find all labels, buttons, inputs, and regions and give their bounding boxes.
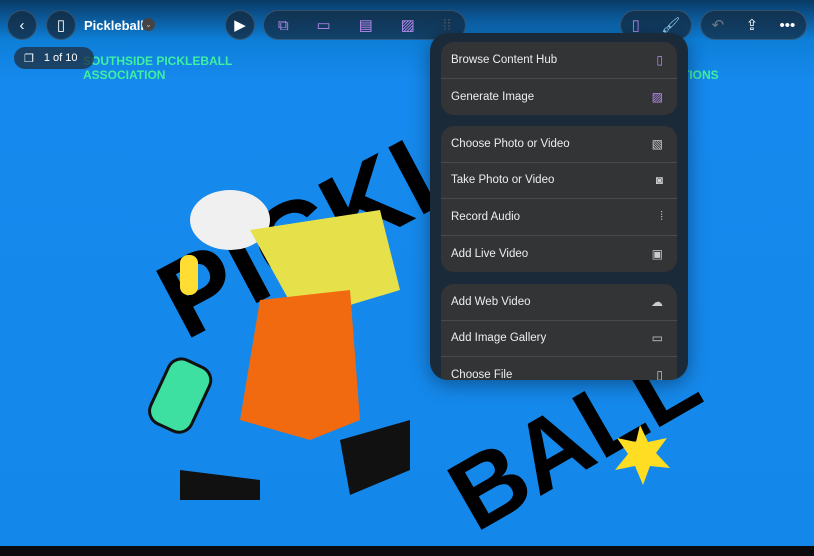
menu-item-record-audio[interactable]: Record Audio ⦙ bbox=[441, 199, 677, 236]
sidebar-icon: ▯ bbox=[56, 17, 66, 34]
player-pants bbox=[240, 290, 360, 440]
slides-icon: ❐ bbox=[24, 52, 34, 65]
pickleball bbox=[180, 255, 198, 295]
camera-icon: ◙ bbox=[655, 173, 663, 188]
content-hub-icon[interactable]: ▯ bbox=[632, 16, 640, 34]
menu-group-other: Add Web Video ☁ Add Image Gallery ▭ Choose… bbox=[441, 284, 677, 380]
paddle bbox=[148, 357, 213, 434]
undo-icon[interactable]: ↶ bbox=[712, 16, 725, 34]
slide-pager[interactable]: ❐ 1 of 10 bbox=[14, 47, 94, 69]
waveform-icon: ⦙ bbox=[660, 209, 663, 224]
title-chevron-down-icon[interactable]: ⌄ bbox=[142, 18, 155, 31]
menu-item-add-live-video[interactable]: Add Live Video ▣ bbox=[441, 236, 677, 273]
chevron-left-icon: ‹ bbox=[19, 16, 25, 34]
play-icon: ▶ bbox=[234, 17, 246, 34]
insert-toolbar: ⧉ ▭ ▤ ▨ ⁞⁞ bbox=[263, 10, 466, 40]
document-title[interactable]: Pickleball bbox=[84, 18, 144, 33]
action-toolbar: ↶ ⇪ ••• bbox=[700, 10, 807, 40]
video-camera-icon: ▣ bbox=[651, 246, 663, 261]
menu-item-add-image-gallery[interactable]: Add Image Gallery ▭ bbox=[441, 321, 677, 357]
content-hub-icon[interactable]: ⧉ bbox=[278, 17, 289, 34]
menu-item-browse-content-hub[interactable]: Browse Content Hub ▯ bbox=[441, 42, 677, 79]
menu-group-media: Choose Photo or Video ▧ Take Photo or Vid… bbox=[441, 126, 677, 272]
insert-media-menu: Browse Content Hub ▯ Generate Image ▨ Choo… bbox=[430, 33, 688, 380]
paintbrush-icon[interactable]: 🖌 bbox=[661, 16, 680, 34]
bottom-bar bbox=[0, 546, 814, 556]
menu-group-content: Browse Content Hub ▯ Generate Image ▨ bbox=[441, 42, 677, 115]
generate-slide-icon[interactable]: ▤ bbox=[359, 16, 373, 34]
generate-image-icon: ▨ bbox=[651, 89, 663, 104]
back-button[interactable]: ‹ bbox=[7, 10, 37, 40]
menu-item-take-photo[interactable]: Take Photo or Video ◙ bbox=[441, 163, 677, 199]
top-toolbar: ‹ ▯ Pickleball ⌄ ▶ ⧉ ▭ ▤ ▨ ⁞⁞ ▯ 🖌 ↶ ⇪ ••… bbox=[0, 0, 814, 50]
share-icon[interactable]: ⇪ bbox=[746, 16, 759, 34]
more-icon[interactable]: ••• bbox=[780, 17, 796, 34]
generate-layout-icon[interactable]: ▭ bbox=[317, 16, 331, 34]
gallery-icon: ▭ bbox=[651, 331, 663, 346]
menu-item-choose-file[interactable]: Choose File ▯ bbox=[441, 357, 677, 380]
content-hub-icon: ▯ bbox=[656, 52, 663, 67]
org-name: SOUTHSIDE PICKLEBALL ASSOCIATION bbox=[83, 54, 233, 82]
grid-icon[interactable]: ⁞⁞ bbox=[443, 17, 451, 34]
photo-library-icon: ▧ bbox=[651, 136, 663, 151]
cloud-play-icon: ☁ bbox=[651, 294, 663, 309]
menu-item-add-web-video[interactable]: Add Web Video ☁ bbox=[441, 284, 677, 321]
document-icon: ▯ bbox=[656, 368, 663, 380]
generate-image-icon[interactable]: ▨ bbox=[401, 16, 415, 34]
sidebar-button[interactable]: ▯ bbox=[46, 10, 76, 40]
menu-item-generate-image[interactable]: Generate Image ▨ bbox=[441, 79, 677, 116]
play-button[interactable]: ▶ bbox=[225, 10, 255, 40]
menu-item-choose-photo[interactable]: Choose Photo or Video ▧ bbox=[441, 126, 677, 163]
